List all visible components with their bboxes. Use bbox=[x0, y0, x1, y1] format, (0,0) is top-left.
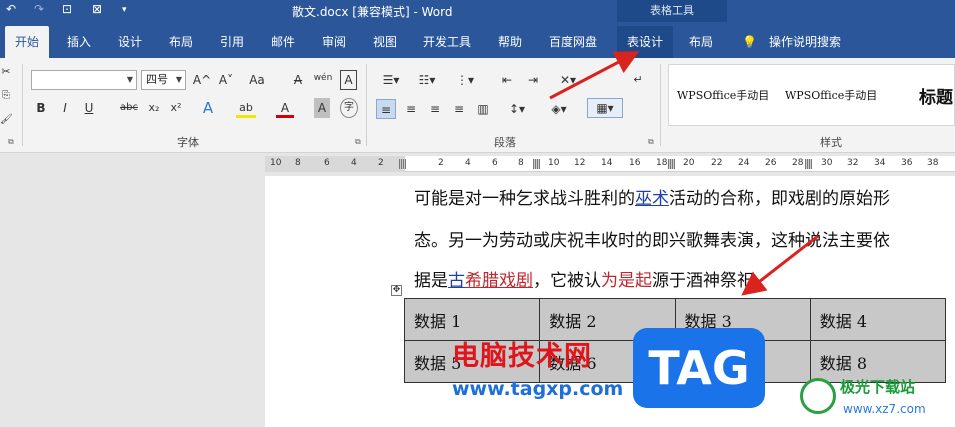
watermark-site-name: 极光下载站 bbox=[840, 378, 916, 396]
copy-icon[interactable]: ⎘ bbox=[0, 86, 12, 106]
print-preview-icon[interactable]: ⊠ bbox=[92, 2, 102, 16]
tab-insert[interactable]: 插入 bbox=[59, 26, 99, 58]
styles-group-label: 样式 bbox=[820, 136, 842, 149]
phonetic-guide-button[interactable]: wén bbox=[313, 68, 333, 88]
tab-developer[interactable]: 开发工具 bbox=[416, 26, 478, 58]
tab-baidu-netdisk[interactable]: 百度网盘 bbox=[541, 26, 605, 58]
strikethrough-button[interactable]: abc bbox=[118, 98, 140, 118]
indent-marker[interactable] bbox=[399, 159, 406, 169]
underline-button[interactable]: U bbox=[82, 98, 96, 118]
watermark-site-url: www.xz7.com bbox=[843, 402, 926, 416]
paragraph-line-1: 可能是对一种乞求战斗胜利的巫术活动的合称，即戏剧的原始形 bbox=[414, 189, 890, 209]
table-tools-context-label: 表格工具 bbox=[617, 0, 727, 22]
shading-icon[interactable]: ◈▾ bbox=[546, 99, 572, 119]
font-launcher-icon[interactable]: ⧉ bbox=[355, 137, 361, 147]
lightbulb-icon: 💡 bbox=[742, 35, 757, 49]
decrease-indent-icon[interactable]: ⇤ bbox=[498, 70, 516, 90]
tab-view[interactable]: 视图 bbox=[365, 26, 405, 58]
char-shading-button[interactable]: A bbox=[314, 98, 330, 118]
clear-format-button[interactable]: A bbox=[289, 70, 307, 90]
tab-references[interactable]: 引用 bbox=[212, 26, 252, 58]
tab-table-layout[interactable]: 布局 bbox=[681, 26, 721, 58]
undo-icon[interactable]: ↶ bbox=[6, 2, 16, 16]
chevron-down-icon: ▼ bbox=[175, 75, 182, 84]
paragraph-launcher-icon[interactable]: ⧉ bbox=[648, 137, 654, 147]
char-border-button[interactable]: A bbox=[340, 70, 357, 90]
hyperlink[interactable]: 古 bbox=[448, 271, 465, 291]
tracked-change: 为是起 bbox=[601, 271, 652, 291]
style-item[interactable]: WPSOffice手动目 bbox=[785, 87, 877, 103]
align-right-icon[interactable]: ≡ bbox=[426, 99, 444, 119]
ribbon-tabs: 开始 插入 设计 布局 引用 邮件 审阅 视图 开发工具 帮助 百度网盘 表设计… bbox=[0, 22, 955, 58]
tell-me-search[interactable]: 操作说明搜索 bbox=[766, 26, 844, 58]
column-marker[interactable] bbox=[533, 159, 540, 169]
watermark-tag-logo: TAG bbox=[633, 328, 765, 408]
multilevel-list-icon[interactable]: ⋮▾ bbox=[452, 70, 478, 90]
paragraph-line-2: 态。另一为劳动或庆祝丰收时的即兴歌舞表演，这种说法主要依 bbox=[414, 231, 890, 251]
tab-review[interactable]: 审阅 bbox=[314, 26, 354, 58]
window-title: 散文.docx [兼容模式] - Word bbox=[292, 5, 453, 19]
chevron-down-icon: ▼ bbox=[126, 75, 133, 84]
tab-help[interactable]: 帮助 bbox=[490, 26, 530, 58]
font-name-select[interactable]: ▼ bbox=[31, 70, 137, 90]
paragraph-line-3: 据是古希腊戏剧，它被认为是起源于酒神祭祀 bbox=[414, 271, 754, 291]
enclose-char-button[interactable]: 字 bbox=[340, 98, 358, 118]
paragraph-group-label: 段落 bbox=[494, 136, 516, 149]
change-case-button[interactable]: Aa bbox=[245, 70, 269, 90]
tab-layout[interactable]: 布局 bbox=[161, 26, 201, 58]
cut-icon[interactable]: ✂ bbox=[0, 62, 12, 82]
line-spacing-icon[interactable]: ↕▾ bbox=[504, 99, 530, 119]
font-size-select[interactable]: 四号 ▼ bbox=[141, 70, 186, 90]
watermark-url: www.tagxp.com bbox=[452, 378, 624, 400]
ribbon: ✂ ⎘ 🖌 ⧉ ▼ 四号 ▼ A^ A˅ Aa A wén A B I U abc… bbox=[0, 58, 955, 153]
font-color-button[interactable]: A bbox=[276, 98, 294, 118]
watermark-site-logo-icon bbox=[800, 378, 836, 414]
chinese-layout-icon[interactable]: ✕▾ bbox=[556, 70, 580, 90]
style-item-heading[interactable]: 标题 bbox=[919, 83, 953, 108]
numbering-icon[interactable]: ☷▾ bbox=[414, 70, 440, 90]
title-bar: ↶ ↷ ⊡ ⊠ ▾ 散文.docx [兼容模式] - Word 表格工具 bbox=[0, 0, 955, 22]
tab-design[interactable]: 设计 bbox=[110, 26, 150, 58]
distributed-icon[interactable]: ▥ bbox=[474, 99, 492, 119]
grow-font-button[interactable]: A^ bbox=[192, 70, 212, 90]
superscript-button[interactable]: x² bbox=[168, 98, 184, 118]
tab-home[interactable]: 开始 bbox=[5, 26, 49, 58]
font-group-label: 字体 bbox=[177, 136, 199, 149]
highlight-button[interactable]: ab bbox=[236, 98, 256, 118]
tab-mailings[interactable]: 邮件 bbox=[263, 26, 303, 58]
redo-icon[interactable]: ↷ bbox=[34, 2, 44, 16]
horizontal-ruler[interactable]: 10 8 6 4 2 2 4 6 8 10 12 14 16 18 20 22 … bbox=[265, 156, 955, 172]
show-marks-icon[interactable]: ↵ bbox=[630, 70, 646, 90]
bullets-icon[interactable]: ☰▾ bbox=[378, 70, 404, 90]
tab-table-design[interactable]: 表设计 bbox=[617, 26, 673, 58]
align-center-icon[interactable]: ≡ bbox=[402, 99, 420, 119]
tracked-insertion: 希腊戏剧 bbox=[465, 271, 533, 291]
clipboard-launcher-icon[interactable]: ⧉ bbox=[8, 137, 14, 147]
shrink-font-button[interactable]: A˅ bbox=[216, 70, 236, 90]
format-painter-icon[interactable]: 🖌 bbox=[0, 110, 13, 130]
customize-toolbar-icon[interactable]: ▾ bbox=[122, 5, 127, 15]
style-item[interactable]: WPSOffice手动目 bbox=[677, 87, 769, 103]
column-marker[interactable] bbox=[668, 159, 675, 169]
column-marker[interactable] bbox=[805, 159, 812, 169]
increase-indent-icon[interactable]: ⇥ bbox=[524, 70, 542, 90]
text-effects-button[interactable]: A bbox=[200, 98, 216, 118]
table-cell[interactable]: 数据 4 bbox=[809, 298, 947, 341]
watermark-brand: 电脑技术网 bbox=[452, 341, 592, 372]
bold-button[interactable]: B bbox=[34, 98, 48, 118]
subscript-button[interactable]: x₂ bbox=[146, 98, 162, 118]
borders-icon[interactable]: ▦▾ bbox=[587, 98, 623, 118]
hyperlink[interactable]: 巫术 bbox=[635, 189, 669, 209]
table-move-handle-icon[interactable]: ✥ bbox=[391, 285, 402, 296]
justify-icon[interactable]: ≡ bbox=[450, 99, 468, 119]
styles-gallery[interactable]: WPSOffice手动目 WPSOffice手动目 标题 bbox=[668, 64, 955, 126]
align-left-icon[interactable]: ≡ bbox=[376, 99, 396, 119]
touch-mode-icon[interactable]: ⊡ bbox=[62, 2, 72, 16]
italic-button[interactable]: I bbox=[58, 98, 72, 118]
